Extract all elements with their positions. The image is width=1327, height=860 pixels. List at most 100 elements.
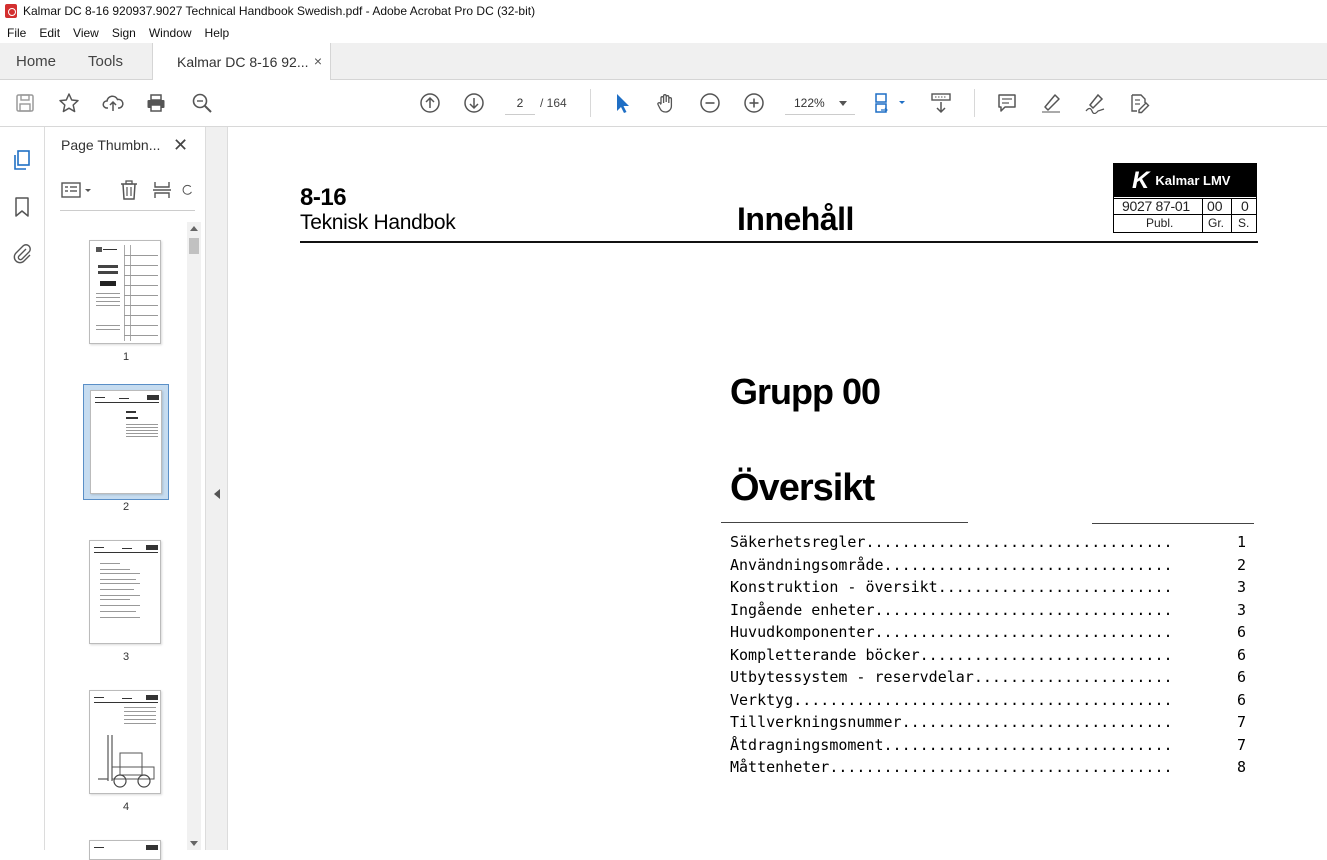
bookmark-icon[interactable] — [10, 195, 34, 219]
sheet-number: 0 — [1241, 198, 1249, 214]
select-cursor-icon[interactable] — [610, 91, 634, 115]
toc-page: 7 — [1236, 735, 1246, 754]
tab-home[interactable]: Home — [16, 53, 56, 70]
star-icon[interactable] — [57, 91, 81, 115]
fill-sign-icon[interactable] — [1127, 91, 1151, 115]
sign-icon[interactable] — [1083, 91, 1107, 115]
thumbnail-scrollbar[interactable] — [187, 222, 201, 850]
kalmar-k-mark: K — [1132, 166, 1150, 194]
toolbar-divider — [590, 89, 591, 117]
toc-title: Åtdragningsmoment.......................… — [730, 735, 1173, 754]
toc-page: 8 — [1236, 758, 1246, 776]
tab-tools[interactable]: Tools — [88, 53, 123, 70]
document-view[interactable]: 8-16 Teknisk Handbok Innehåll K Kalmar L… — [228, 127, 1327, 850]
prev-page-icon[interactable] — [418, 91, 442, 115]
page-heading: Innehåll — [737, 201, 854, 237]
toc-page: 3 — [1236, 600, 1246, 619]
toc-row: Måttenheter.............................… — [730, 756, 1250, 779]
header-rule — [300, 241, 1258, 243]
rotate-icon[interactable] — [180, 178, 194, 202]
page-thumbnail-1[interactable] — [89, 240, 161, 344]
toc-title: Kompletterande böcker...................… — [730, 645, 1173, 664]
scroll-down-icon[interactable] — [190, 841, 198, 846]
logo-divider — [1231, 198, 1232, 232]
menu-sign[interactable]: Sign — [112, 26, 136, 40]
attachment-icon[interactable] — [10, 241, 34, 265]
page-thumbnail-2[interactable] — [90, 390, 162, 494]
table-of-contents: Säkerhetsregler.........................… — [730, 531, 1250, 779]
toc-page: 2 — [1236, 555, 1246, 574]
delete-icon[interactable] — [117, 178, 141, 202]
menu-view[interactable]: View — [73, 26, 99, 40]
thumbnail-page-number: 4 — [122, 801, 130, 813]
zoom-out-icon[interactable] — [698, 91, 722, 115]
page-group-title: Grupp 00 — [730, 371, 881, 412]
toc-page: 1 — [1236, 533, 1246, 551]
panel-collapse-handle[interactable] — [205, 127, 228, 850]
zoom-level-select[interactable]: 122% — [785, 91, 855, 115]
title-bar: Kalmar DC 8-16 920937.9027 Technical Han… — [0, 0, 1327, 22]
window-title: Kalmar DC 8-16 920937.9027 Technical Han… — [23, 4, 536, 18]
page-layout-icon[interactable] — [873, 91, 909, 115]
comment-icon[interactable] — [995, 91, 1019, 115]
options-menu-icon[interactable] — [60, 178, 96, 202]
save-icon[interactable] — [13, 91, 37, 115]
highlight-icon[interactable] — [1039, 91, 1063, 115]
toc-page: 3 — [1236, 578, 1246, 596]
page-section-title: Översikt — [730, 467, 875, 509]
scroll-mode-icon[interactable] — [929, 91, 953, 115]
toc-row: Huvudkomponenter........................… — [730, 621, 1250, 644]
page-model-number: 8-16 — [300, 184, 347, 211]
thumbnail-page-number: 1 — [122, 351, 130, 363]
caption-s: S. — [1238, 216, 1250, 230]
page-thumbnails-panel: Page Thumbn... ✕ 1 2 3 4 — [45, 127, 205, 860]
scroll-up-icon[interactable] — [190, 226, 198, 231]
toc-page: 6 — [1236, 668, 1246, 686]
toc-title: Huvudkomponenter........................… — [730, 623, 1173, 641]
menu-edit[interactable]: Edit — [39, 26, 60, 40]
toc-row: Tillverkningsnummer.....................… — [730, 711, 1250, 734]
menu-window[interactable]: Window — [149, 26, 192, 40]
page-handbook-title: Teknisk Handbok — [300, 211, 456, 234]
hand-icon[interactable] — [654, 91, 678, 115]
upload-icon[interactable] — [101, 91, 125, 115]
toc-title: Måttenheter.............................… — [730, 758, 1173, 776]
caption-publ: Publ. — [1146, 216, 1174, 230]
print-icon[interactable] — [144, 91, 168, 115]
caption-gr: Gr. — [1208, 216, 1225, 230]
page-number-input[interactable] — [505, 91, 535, 115]
section-rule — [721, 522, 968, 523]
toc-title: Verktyg.................................… — [730, 690, 1173, 709]
tab-bar: Home Tools Kalmar DC 8-16 92... × — [0, 43, 1327, 80]
page-thumbnails-icon[interactable] — [10, 148, 34, 172]
page-total: / 164 — [540, 96, 567, 110]
scroll-thumb[interactable] — [189, 238, 199, 254]
zoom-in-icon[interactable] — [742, 91, 766, 115]
page-thumbnail-4[interactable] — [89, 690, 161, 794]
toc-row: Ingående enheter........................… — [730, 599, 1250, 622]
page-thumbnail-3[interactable] — [89, 540, 161, 644]
extract-pages-icon[interactable] — [150, 178, 174, 202]
toc-page: 6 — [1236, 623, 1246, 641]
panel-title: Page Thumbn... — [61, 137, 161, 153]
next-page-icon[interactable] — [462, 91, 486, 115]
close-icon[interactable]: ✕ — [173, 135, 188, 156]
menu-bar: File Edit View Sign Window Help — [0, 22, 1327, 43]
toc-row: Utbytessystem - reservdelar.............… — [730, 666, 1250, 689]
search-zoom-icon[interactable] — [190, 91, 214, 115]
thumbnail-page-number: 2 — [122, 501, 130, 513]
zoom-level-value: 122% — [794, 95, 825, 110]
logo-divider — [1202, 198, 1203, 232]
toc-title: Konstruktion - översikt.................… — [730, 578, 1173, 596]
menu-help[interactable]: Help — [205, 26, 230, 40]
thumbnail-tools — [60, 177, 195, 203]
toc-title: Tillverkningsnummer.....................… — [730, 713, 1173, 731]
navigation-rail — [0, 127, 45, 850]
collapse-arrow-icon — [214, 489, 220, 499]
tab-close-icon[interactable]: × — [314, 53, 322, 69]
tab-document[interactable]: Kalmar DC 8-16 92... × — [152, 43, 331, 80]
toc-title: Utbytessystem - reservdelar.............… — [730, 668, 1173, 686]
menu-file[interactable]: File — [7, 26, 26, 40]
thumbnail-page-number: 3 — [122, 651, 130, 663]
page-thumbnail-5[interactable] — [89, 840, 161, 860]
